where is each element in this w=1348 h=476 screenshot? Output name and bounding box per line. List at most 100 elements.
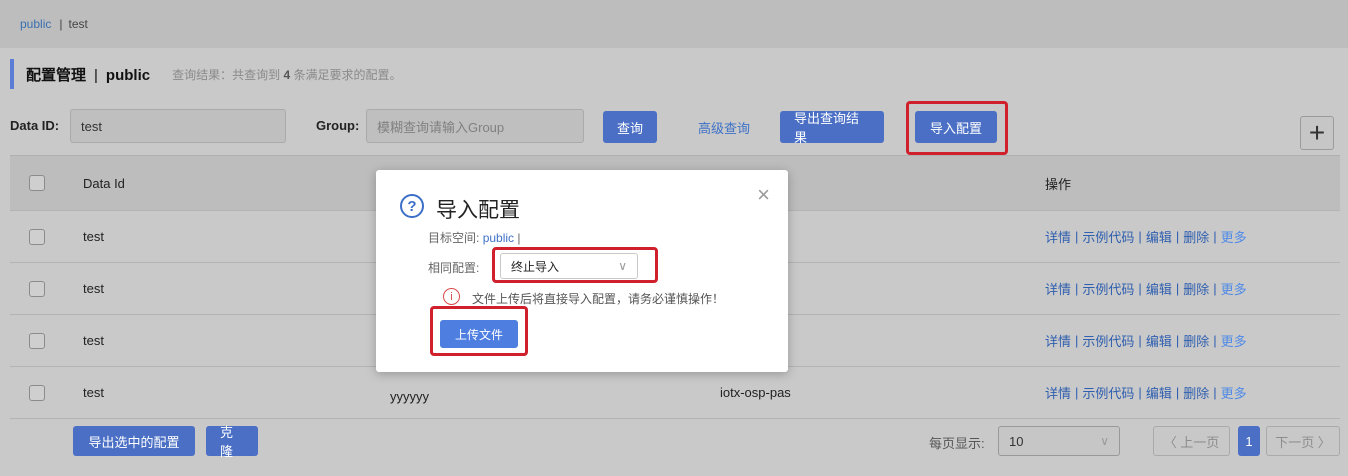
action-separator: | — [1175, 281, 1180, 296]
same-config-label: 相同配置: — [428, 261, 480, 275]
same-config-highlight — [492, 247, 658, 283]
row-checkbox[interactable] — [29, 384, 45, 401]
data-id-cell: test — [83, 333, 104, 348]
group-input[interactable]: 模糊查询请输入Group — [366, 109, 584, 143]
query-summary-count: 4 — [283, 67, 291, 82]
action-separator: | — [1075, 281, 1079, 296]
advanced-query-link[interactable]: 高级查询 — [698, 118, 750, 137]
row-select-cell — [29, 315, 45, 366]
action-separator: | — [1213, 281, 1217, 296]
page-size-label: 每页显示: — [929, 436, 985, 451]
action-separator: | — [1138, 281, 1142, 296]
sample-code-link[interactable]: 示例代码 — [1082, 279, 1134, 298]
row-checkbox[interactable] — [29, 332, 45, 349]
page-title-namespace: public — [105, 66, 151, 84]
help-icon: ? — [400, 194, 424, 218]
import-config-dialog: × ? 导入配置 目标空间: public | 相同配置: 终止导入 ∨ i 文… — [376, 170, 788, 372]
page-header: 配置管理 | public 查询结果：共查询到 4 条满足要求的配置。 — [10, 57, 402, 91]
action-separator: | — [1075, 229, 1079, 244]
row-actions: 详情 | 示例代码 | 编辑 | 删除 | 更多 — [1045, 263, 1247, 314]
query-summary-suffix: 条满足要求的配置。 — [293, 67, 402, 82]
data-id-cell: test — [83, 385, 104, 400]
sample-code-link[interactable]: 示例代码 — [1082, 227, 1134, 246]
data-id-label: Data ID: — [10, 118, 60, 133]
select-all-checkbox[interactable] — [29, 175, 45, 191]
import-button-highlight — [906, 101, 1008, 155]
column-header-actions: 操作 — [1045, 176, 1072, 192]
action-separator: | — [1138, 333, 1142, 348]
edit-link[interactable]: 编辑 — [1146, 383, 1172, 402]
chevron-down-icon: ∨ — [1100, 434, 1109, 448]
add-config-button[interactable]: + — [1300, 116, 1334, 150]
namespace-separator: | — [59, 17, 63, 31]
page-title-text: 配置管理 — [26, 66, 87, 84]
action-separator: | — [1213, 333, 1217, 348]
delete-link[interactable]: 删除 — [1183, 279, 1209, 298]
detail-link[interactable]: 详情 — [1045, 383, 1071, 402]
query-button[interactable]: 查询 — [603, 111, 657, 143]
export-selected-button[interactable]: 导出选中的配置 — [73, 426, 195, 456]
detail-link[interactable]: 详情 — [1045, 331, 1071, 350]
action-separator: | — [1075, 333, 1079, 348]
query-summary-prefix: 查询结果：共查询到 — [172, 67, 281, 82]
sample-code-link[interactable]: 示例代码 — [1082, 331, 1134, 350]
target-namespace-separator: | — [517, 231, 521, 245]
action-separator: | — [1213, 229, 1217, 244]
data-id-cell: test — [83, 281, 104, 296]
page-size-value: 10 — [1009, 433, 1024, 449]
page-title-separator: | — [94, 66, 98, 84]
app-cell: iotx-osp-pas — [720, 385, 791, 400]
detail-link[interactable]: 详情 — [1045, 227, 1071, 246]
edit-link[interactable]: 编辑 — [1146, 227, 1172, 246]
clone-button[interactable]: 克隆 — [206, 425, 258, 459]
data-id-cell: test — [83, 229, 104, 244]
action-separator: | — [1138, 229, 1142, 244]
page-size-select[interactable]: 10 ∨ — [998, 426, 1120, 456]
row-select-cell — [29, 211, 45, 262]
data-id-input[interactable]: test — [70, 109, 286, 143]
select-all-cell — [29, 156, 45, 210]
row-select-cell — [29, 367, 45, 418]
export-query-results-button[interactable]: 导出查询结果 — [780, 111, 884, 145]
more-link[interactable]: 更多 — [1221, 227, 1247, 246]
header-accent-bar — [10, 59, 14, 89]
more-link[interactable]: 更多 — [1221, 331, 1247, 350]
column-header-data-id[interactable]: Data Id — [83, 156, 125, 210]
target-namespace-value: public — [482, 231, 515, 245]
delete-link[interactable]: 删除 — [1183, 227, 1209, 246]
namespace-test-link[interactable]: test — [68, 17, 87, 31]
action-separator: | — [1075, 385, 1079, 400]
group-label: Group: — [316, 118, 360, 133]
namespace-public-link[interactable]: public — [20, 17, 51, 31]
action-separator: | — [1138, 385, 1142, 400]
close-icon[interactable]: × — [757, 184, 770, 206]
row-checkbox[interactable] — [29, 228, 45, 245]
row-select-cell — [29, 263, 45, 314]
page-title: 配置管理 | public — [26, 64, 150, 85]
next-page-button[interactable]: 下一页 〉 — [1266, 426, 1340, 456]
more-link[interactable]: 更多 — [1221, 383, 1247, 402]
edit-link[interactable]: 编辑 — [1146, 331, 1172, 350]
row-actions: 详情 | 示例代码 | 编辑 | 删除 | 更多 — [1045, 315, 1247, 366]
sample-code-link[interactable]: 示例代码 — [1082, 383, 1134, 402]
row-checkbox[interactable] — [29, 280, 45, 297]
delete-link[interactable]: 删除 — [1183, 383, 1209, 402]
prev-page-button[interactable]: 〈 上一页 — [1153, 426, 1230, 456]
dialog-title: 导入配置 — [436, 199, 520, 222]
target-namespace-label: 目标空间: — [428, 231, 480, 245]
table-footer: 导出选中的配置 克隆 每页显示: 10 ∨ 〈 上一页 1 下一页 〉 — [10, 416, 1340, 466]
more-link[interactable]: 更多 — [1221, 279, 1247, 298]
action-separator: | — [1175, 229, 1180, 244]
namespace-bar: public | test — [0, 0, 1348, 48]
group-cell: yyyyyy — [390, 389, 429, 404]
edit-link[interactable]: 编辑 — [1146, 279, 1172, 298]
query-summary: 查询结果：共查询到 4 条满足要求的配置。 — [172, 66, 401, 83]
target-namespace: 目标空间: public | — [428, 229, 521, 246]
detail-link[interactable]: 详情 — [1045, 279, 1071, 298]
action-separator: | — [1213, 385, 1217, 400]
current-page-button[interactable]: 1 — [1238, 426, 1260, 456]
upload-warning: 文件上传后将直接导入配置，请务必谨慎操作！ — [472, 292, 725, 306]
row-actions: 详情 | 示例代码 | 编辑 | 删除 | 更多 — [1045, 367, 1247, 418]
delete-link[interactable]: 删除 — [1183, 331, 1209, 350]
action-separator: | — [1175, 333, 1180, 348]
